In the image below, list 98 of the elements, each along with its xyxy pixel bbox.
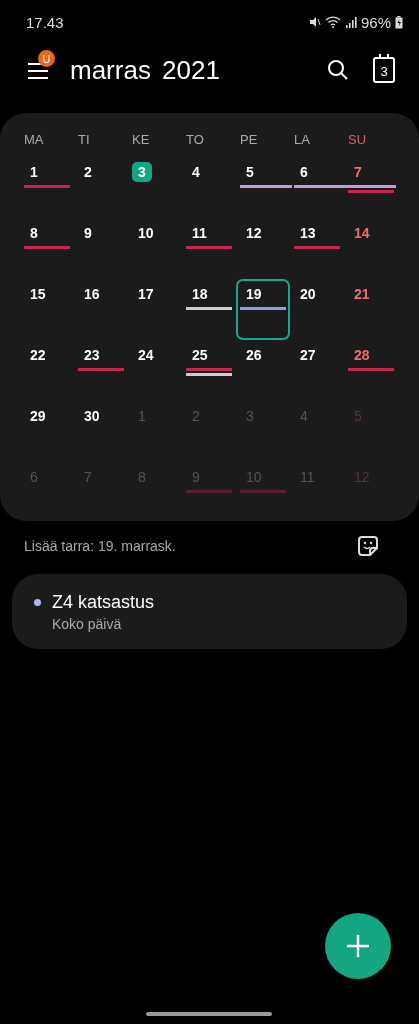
day-number: 3 <box>245 407 255 426</box>
day-number: 13 <box>299 224 317 243</box>
mute-icon <box>308 16 321 28</box>
day-number: 14 <box>353 224 371 243</box>
day-number: 20 <box>299 285 317 304</box>
day-number: 22 <box>29 346 47 365</box>
day-number: 1 <box>137 407 147 426</box>
day-number: 6 <box>29 468 39 487</box>
day-cell[interactable]: 24 <box>128 340 182 401</box>
sticker-button[interactable] <box>357 535 379 557</box>
day-cell[interactable]: 14 <box>344 218 398 279</box>
sticker-icon <box>357 535 379 557</box>
day-cell[interactable]: 21 <box>344 279 398 340</box>
search-button[interactable] <box>327 59 349 81</box>
day-number: 9 <box>191 468 201 487</box>
signal-icon <box>344 16 357 28</box>
weekday-label: SU <box>347 131 368 149</box>
today-date: 3 <box>132 162 152 182</box>
weekday-label: PE <box>239 131 259 149</box>
day-cell[interactable]: 16 <box>74 279 128 340</box>
day-cell[interactable]: 26 <box>236 340 290 401</box>
day-cell[interactable]: 29 <box>20 401 74 462</box>
day-number: 21 <box>353 285 371 304</box>
day-cell[interactable]: 5 <box>236 157 290 218</box>
battery-icon <box>395 15 403 29</box>
clock-time: 17.43 <box>26 13 64 31</box>
today-button[interactable]: 3 <box>373 57 395 83</box>
day-cell[interactable]: 9 <box>74 218 128 279</box>
day-number: 7 <box>353 163 363 182</box>
battery-level: 96% <box>360 13 391 31</box>
day-cell[interactable]: 28 <box>344 340 398 401</box>
weekday-label: TI <box>77 131 91 149</box>
weekday-label: KE <box>131 131 151 149</box>
event-title: Z4 katsastus <box>52 592 156 613</box>
month-title[interactable]: marras 2021 <box>70 54 307 86</box>
day-number: 8 <box>29 224 39 243</box>
event-card[interactable]: Z4 katsastus Koko päivä <box>12 574 407 649</box>
day-number: 11 <box>299 468 316 487</box>
day-number: 11 <box>191 224 208 243</box>
day-number: 12 <box>245 224 263 243</box>
day-number: 29 <box>29 407 47 426</box>
day-cell[interactable]: 17 <box>128 279 182 340</box>
menu-icon[interactable] <box>28 63 48 79</box>
day-number: 30 <box>83 407 101 426</box>
day-number: 17 <box>137 285 155 304</box>
day-cell[interactable]: 25 <box>182 340 236 401</box>
day-number: 5 <box>353 407 363 426</box>
day-number: 18 <box>191 285 209 304</box>
day-cell[interactable]: 20 <box>290 279 344 340</box>
day-number: 8 <box>137 468 147 487</box>
day-cell[interactable]: 1 <box>20 157 74 218</box>
day-number: 10 <box>137 224 155 243</box>
day-cell[interactable]: 15 <box>20 279 74 340</box>
day-number: 4 <box>299 407 309 426</box>
weekday-label: TO <box>185 131 205 149</box>
day-cell[interactable]: 7 <box>344 157 398 218</box>
sticker-hint: Lisää tarra: 19. marrask. <box>24 538 177 554</box>
search-icon <box>327 59 349 81</box>
day-number: 28 <box>353 346 371 365</box>
gesture-handle[interactable] <box>146 1012 272 1016</box>
day-number: 5 <box>245 163 255 182</box>
day-cell[interactable]: 11 <box>182 218 236 279</box>
day-number: 16 <box>83 285 101 304</box>
day-cell[interactable]: 6 <box>290 157 344 218</box>
day-number: 9 <box>83 224 93 243</box>
notification-badge: U <box>38 50 55 67</box>
day-number: 15 <box>29 285 47 304</box>
day-cell[interactable]: 18 <box>182 279 236 340</box>
day-cell[interactable]: 8 <box>20 218 74 279</box>
day-cell[interactable]: 13 <box>290 218 344 279</box>
day-number: 25 <box>191 346 209 365</box>
day-number: 4 <box>191 163 201 182</box>
weekday-label: MA <box>23 131 45 149</box>
day-number: 1 <box>29 163 39 182</box>
day-number: 19 <box>245 285 263 304</box>
day-cell[interactable]: 2 <box>74 157 128 218</box>
day-number: 26 <box>245 346 263 365</box>
day-cell[interactable]: 30 <box>74 401 128 462</box>
event-time: Koko päivä <box>52 616 123 632</box>
day-number: 7 <box>83 468 93 487</box>
wifi-icon <box>324 16 341 28</box>
selected-day[interactable]: 19 <box>236 279 290 340</box>
day-cell[interactable]: 10 <box>128 218 182 279</box>
weekday-label: LA <box>293 131 311 149</box>
day-cell[interactable]: 22 <box>20 340 74 401</box>
day-number: 2 <box>191 407 201 426</box>
day-number: 10 <box>245 468 263 487</box>
day-number: 6 <box>299 163 309 182</box>
day-number: 24 <box>137 346 155 365</box>
day-number: 2 <box>83 163 93 182</box>
day-number: 12 <box>353 468 371 487</box>
plus-icon <box>346 934 370 958</box>
day-cell[interactable]: 4 <box>182 157 236 218</box>
day-cell[interactable]: 12 <box>236 218 290 279</box>
day-cell[interactable]: 23 <box>74 340 128 401</box>
day-number: 23 <box>83 346 101 365</box>
day-cell[interactable]: 27 <box>290 340 344 401</box>
day-number: 27 <box>299 346 317 365</box>
